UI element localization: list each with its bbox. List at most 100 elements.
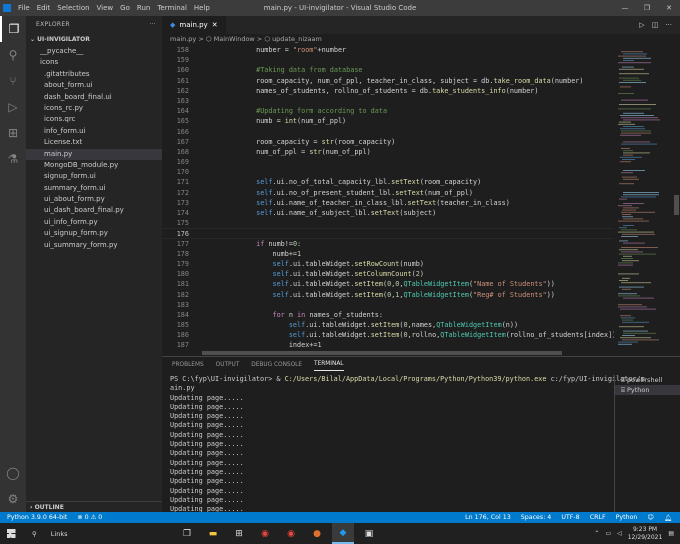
tab-problems[interactable]: PROBLEMS — [172, 362, 204, 368]
code-line[interactable]: 174 self.ui.name_of_subject_lbl.setText(… — [162, 208, 680, 218]
menu-run[interactable]: Run — [137, 4, 150, 12]
code-line[interactable]: 185 self.ui.tableWidget.setItem(0,names,… — [162, 320, 680, 330]
code-line[interactable]: 163 — [162, 96, 680, 106]
volume-icon[interactable]: ◁ — [617, 530, 622, 537]
code-line[interactable]: 173 self.ui.name_of_teacher_in_class_lbl… — [162, 198, 680, 208]
code-line[interactable]: 178 numb+=1 — [162, 249, 680, 259]
file-item[interactable]: __pycache__ — [26, 46, 162, 57]
file-item[interactable]: about_form.ui — [26, 80, 162, 91]
bell-icon[interactable]: 🔔︎ — [664, 514, 672, 522]
search-icon[interactable]: ⚲ — [0, 42, 26, 68]
file-item[interactable]: icons.qrc — [26, 114, 162, 125]
encoding[interactable]: UTF-8 — [561, 514, 579, 522]
code-line[interactable]: 172 self.ui.no_of_present_student_lbl.se… — [162, 188, 680, 198]
feedback-icon[interactable]: ☺ — [647, 514, 654, 522]
language-mode[interactable]: Python — [616, 514, 638, 522]
code-line[interactable]: 165 numb = int(num_of_ppl) — [162, 116, 680, 126]
file-item[interactable]: ui_signup_form.py — [26, 228, 162, 239]
code-line[interactable]: 164 #Updating form according to data — [162, 106, 680, 116]
code-line[interactable]: 169 — [162, 157, 680, 167]
code-line[interactable]: 177 if numb!=0: — [162, 239, 680, 249]
file-item[interactable]: License.txt — [26, 137, 162, 148]
code-area[interactable]: 158 number = "room"+number 159 160 #Taking… — [162, 45, 680, 350]
code-line[interactable]: 180 self.ui.tableWidget.setColumnCount(2… — [162, 269, 680, 279]
terminal-powershell[interactable]: ⌸ powershell — [615, 375, 680, 385]
run-debug-icon[interactable]: ▷ — [0, 94, 26, 120]
code-line[interactable]: 183 — [162, 300, 680, 310]
notification-icon[interactable]: ▤ — [668, 530, 674, 537]
close-icon[interactable]: ✕ — [658, 0, 680, 16]
vertical-scrollbar[interactable] — [672, 45, 680, 350]
problems-count[interactable]: ⊗ 0 ⚠ 0 — [77, 514, 102, 521]
file-item[interactable]: ui_dash_board_final.py — [26, 205, 162, 216]
file-item[interactable]: ui_info_form.py — [26, 217, 162, 228]
file-item[interactable]: ui_about_form.py — [26, 194, 162, 205]
code-line[interactable]: 179 self.ui.tableWidget.setRowCount(numb… — [162, 259, 680, 269]
code-line[interactable]: 166 — [162, 127, 680, 137]
menu-terminal[interactable]: Terminal — [157, 4, 187, 12]
file-item[interactable]: summary_form.ui — [26, 183, 162, 194]
code-line[interactable]: 187 index+=1 — [162, 340, 680, 350]
code-line[interactable]: 182 self.ui.tableWidget.setItem(0,1,QTab… — [162, 290, 680, 300]
tray-chevron-icon[interactable]: ⌃ — [594, 530, 599, 537]
more-actions-icon[interactable]: ··· — [149, 16, 156, 34]
end-of-line[interactable]: CRLF — [590, 514, 606, 522]
code-line[interactable]: 176 — [162, 228, 680, 238]
code-line[interactable]: 162 names_of_students, rollno_of_student… — [162, 86, 680, 96]
run-icon[interactable]: ▷ — [639, 21, 644, 29]
clock[interactable]: 9:23 PM 12/29/2021 — [628, 526, 663, 542]
chrome-profile-icon[interactable]: ◉ — [280, 523, 302, 544]
file-item[interactable]: MongoDB_module.py — [26, 160, 162, 171]
terminal-python[interactable]: ⌸ Python — [615, 385, 680, 395]
code-line[interactable]: 159 — [162, 55, 680, 65]
python-interpreter[interactable]: Python 3.9.0 64-bit — [7, 514, 67, 521]
code-line[interactable]: 161 room_capacity, num_of_ppl, teacher_i… — [162, 76, 680, 86]
minimap[interactable] — [614, 45, 672, 350]
menu-view[interactable]: View — [97, 4, 114, 12]
code-line[interactable]: 186 self.ui.tableWidget.setItem(0,rollno… — [162, 330, 680, 340]
code-line[interactable]: 167 room_capacity = str(room_capacity) — [162, 137, 680, 147]
file-item[interactable]: icons — [26, 57, 162, 68]
network-icon[interactable]: ▭ — [605, 530, 611, 537]
vscode-taskbar-icon[interactable]: ◆ — [332, 523, 354, 544]
extensions-icon[interactable]: ⊞ — [0, 120, 26, 146]
taskbar-search[interactable]: ⚲ Links — [22, 530, 172, 538]
file-item[interactable]: ui_summary_form.py — [26, 240, 162, 251]
tab-debug-console[interactable]: DEBUG CONSOLE — [251, 362, 302, 368]
gear-icon[interactable]: ⚙ — [0, 486, 26, 512]
store-icon[interactable]: ⊞ — [228, 523, 250, 544]
split-editor-icon[interactable]: ◫ — [652, 21, 659, 29]
tab-main-py[interactable]: ◆ main.py ✕ — [162, 16, 226, 34]
folder-root[interactable]: ⌄ UI-INVIGILATOR — [26, 34, 162, 46]
app-icon[interactable]: ● — [306, 523, 328, 544]
code-line[interactable]: 171 self.ui.no_of_total_capacity_lbl.set… — [162, 177, 680, 187]
tab-output[interactable]: OUTPUT — [216, 362, 240, 368]
account-icon[interactable]: ◯ — [0, 460, 26, 486]
code-line[interactable]: 184 for n in names_of_students: — [162, 310, 680, 320]
file-item[interactable]: .gitattributes — [26, 69, 162, 80]
menu-selection[interactable]: Selection — [57, 4, 89, 12]
more-actions-icon[interactable]: ··· — [665, 21, 672, 29]
terminal-taskbar-icon[interactable]: ▣ — [358, 523, 380, 544]
chrome-icon[interactable]: ◉ — [254, 523, 276, 544]
maximize-icon[interactable]: ❐ — [636, 0, 658, 16]
menu-edit[interactable]: Edit — [37, 4, 51, 12]
file-item[interactable]: dash_board_final.ui — [26, 92, 162, 103]
testing-icon[interactable]: ⚗ — [0, 146, 26, 172]
code-line[interactable]: 181 self.ui.tableWidget.setItem(0,0,QTab… — [162, 279, 680, 289]
code-line[interactable]: 170 — [162, 167, 680, 177]
source-control-icon[interactable]: ⑂ — [0, 68, 26, 94]
explorer-icon[interactable]: ❐ — [0, 16, 26, 42]
start-windows-icon[interactable] — [0, 529, 22, 538]
menu-go[interactable]: Go — [120, 4, 130, 12]
code-line[interactable]: 158 number = "room"+number — [162, 45, 680, 55]
menu-help[interactable]: Help — [194, 4, 210, 12]
outline-section[interactable]: › OUTLINE — [26, 501, 162, 512]
file-explorer-icon[interactable]: ▬ — [202, 523, 224, 544]
minimize-icon[interactable]: — — [614, 0, 636, 16]
file-item[interactable]: icons_rc.py — [26, 103, 162, 114]
indentation[interactable]: Spaces: 4 — [521, 514, 552, 522]
cursor-position[interactable]: Ln 176, Col 13 — [465, 514, 511, 522]
file-item[interactable]: signup_form.ui — [26, 171, 162, 182]
file-item[interactable]: info_form.ui — [26, 126, 162, 137]
